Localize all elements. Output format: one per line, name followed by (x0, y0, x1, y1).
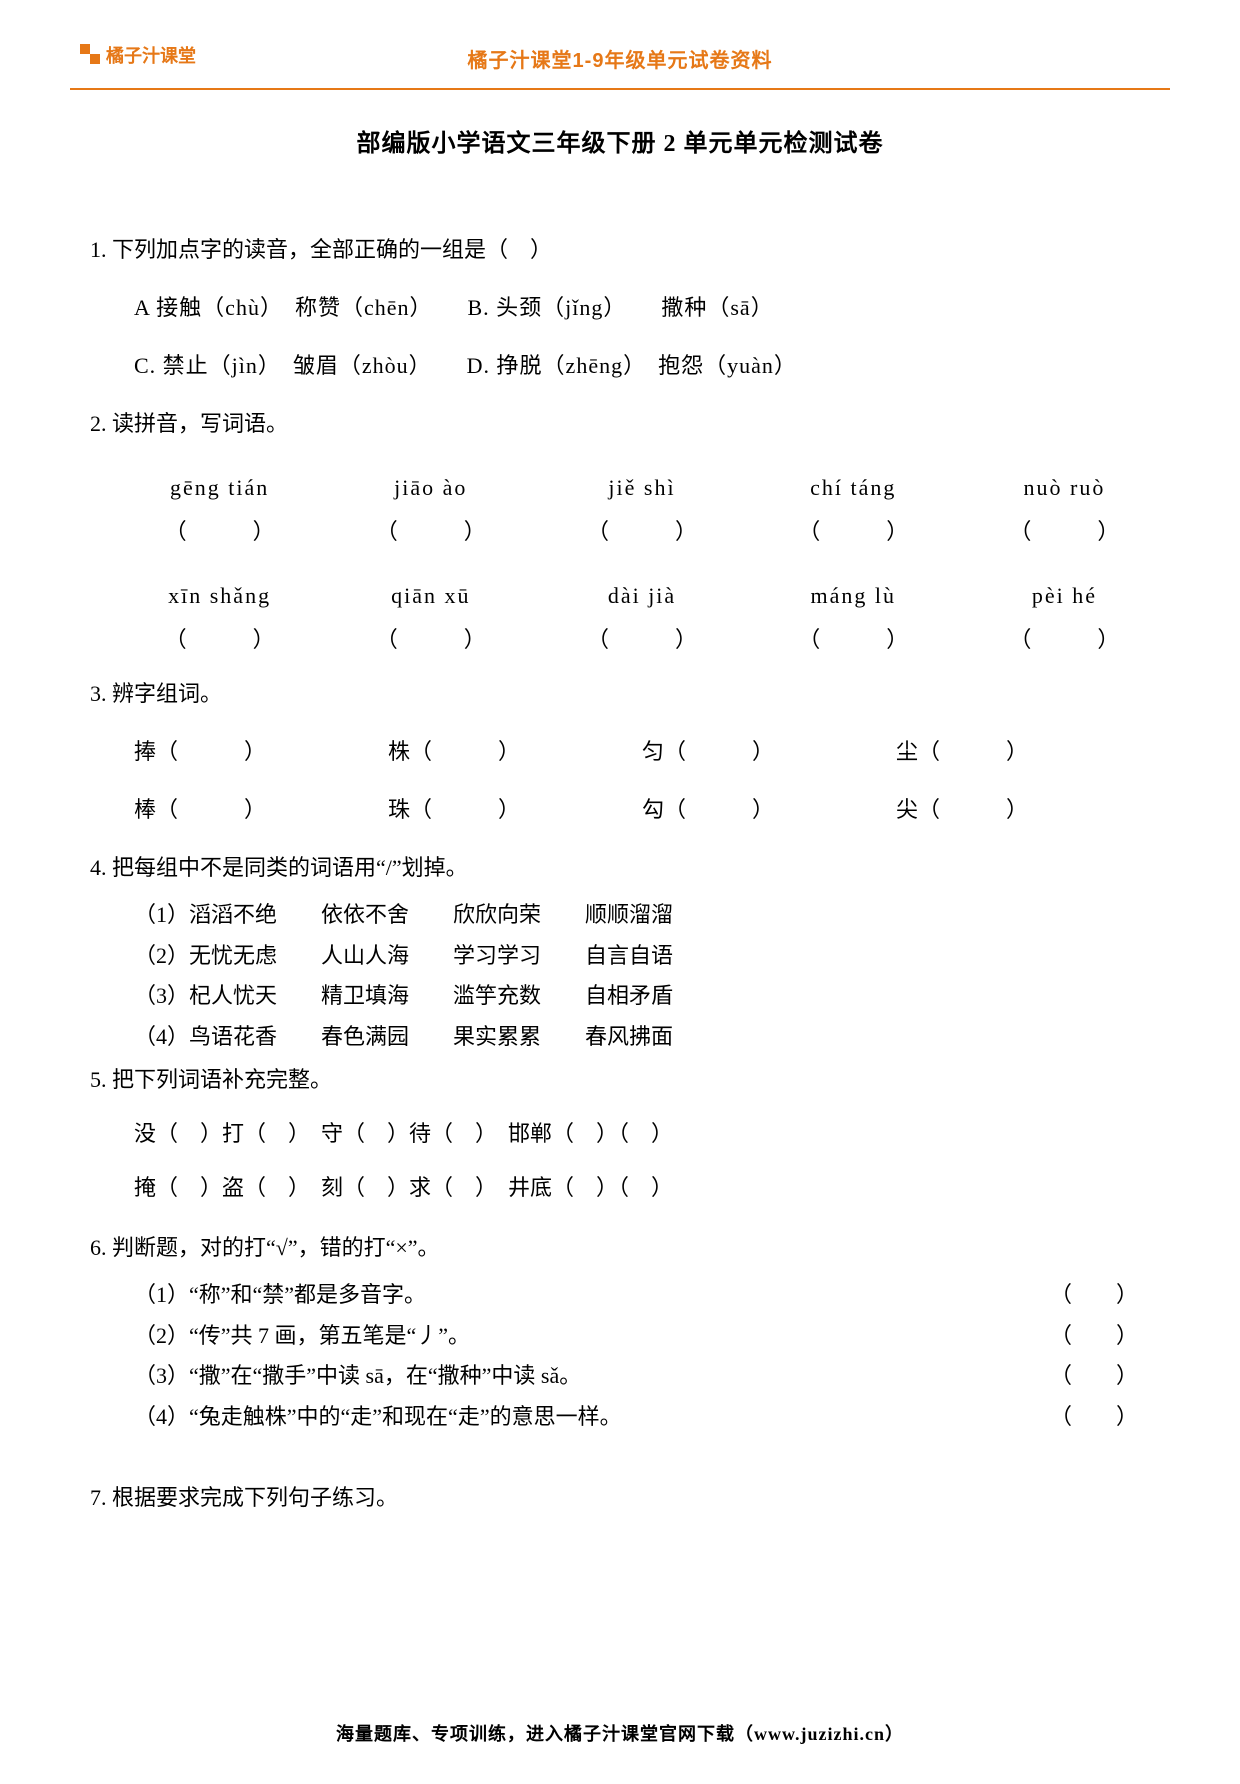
judge-blank: （ ） (1050, 1398, 1150, 1437)
bianzi-cell: 珠（ ） (388, 788, 642, 832)
question-4-group-2: （2）无忧无虑 人山人海 学习学习 自言自语 (90, 937, 1150, 976)
question-6-item-2: （2）“传”共 7 画，第五笔是“丿”。 （ ） (90, 1317, 1150, 1356)
question-4-group-3: （3）杞人忧天 精卫填海 滥竽充数 自相矛盾 (90, 977, 1150, 1016)
blank-cell: （ ） (768, 510, 939, 554)
question-6-item-4: （4）“兔走触株”中的“走”和现在“走”的意思一样。 （ ） (90, 1398, 1150, 1437)
pinyin-cell: pèi hé (979, 574, 1150, 618)
question-3-row-1: 捧（ ） 株（ ） 匀（ ） 尘（ ） (90, 730, 1150, 774)
judge-blank: （ ） (1050, 1357, 1150, 1396)
question-4-stem: 4. 把每组中不是同类的词语用“/”划掉。 (90, 846, 1150, 890)
pinyin-cell: qiān xū (345, 574, 516, 618)
blank-cell: （ ） (556, 510, 727, 554)
question-7-stem: 7. 根据要求完成下列句子练习。 (90, 1476, 1150, 1520)
pinyin-cell: nuò ruò (979, 466, 1150, 510)
header-subtitle: 橘子汁课堂1-9年级单元试卷资料 (468, 44, 773, 73)
blank-cell: （ ） (134, 510, 305, 554)
question-6-stem: 6. 判断题，对的打“√”，错的打“×”。 (90, 1226, 1150, 1270)
document-body: 部编版小学语文三年级下册 2 单元单元检测试卷 1. 下列加点字的读音，全部正确… (0, 90, 1240, 1520)
question-5-line-2: 掩（ ）盗（ ） 刻（ ）求（ ） 井底（ ）（ ） (90, 1166, 1150, 1210)
judge-text: （1）“称”和“禁”都是多音字。 (134, 1276, 1050, 1315)
question-1-stem: 1. 下列加点字的读音，全部正确的一组是（ ） (90, 228, 1150, 272)
judge-text: （3）“撒”在“撒手”中读 sā，在“撒种”中读 sǎ。 (134, 1357, 1050, 1396)
judge-text: （4）“兔走触株”中的“走”和现在“走”的意思一样。 (134, 1398, 1050, 1437)
question-1-options-cd: C. 禁止（jìn） 皱眉（zhòu） D. 挣脱（zhēng） 抱怨（yuàn… (90, 344, 1150, 388)
pinyin-cell: máng lù (768, 574, 939, 618)
pinyin-cell: gēng tián (134, 466, 305, 510)
question-3-row-2: 棒（ ） 珠（ ） 勾（ ） 尖（ ） (90, 788, 1150, 832)
question-4-group-1: （1）滔滔不绝 依依不舍 欣欣向荣 顺顺溜溜 (90, 896, 1150, 935)
judge-blank: （ ） (1050, 1317, 1150, 1356)
pinyin-cell: jiě shì (556, 466, 727, 510)
page-footer: 海量题库、专项训练，进入橘子汁课堂官网下载（www.juzizhi.cn） (0, 1720, 1240, 1746)
question-6-item-1: （1）“称”和“禁”都是多音字。 （ ） (90, 1276, 1150, 1315)
question-2-pinyin-row-1: gēng tián jiāo ào jiě shì chí táng nuò r… (90, 466, 1150, 510)
bianzi-cell: 匀（ ） (642, 730, 896, 774)
question-2-pinyin-row-2: xīn shǎng qiān xū dài jià máng lù pèi hé (90, 574, 1150, 618)
bianzi-cell: 棒（ ） (134, 788, 388, 832)
question-5-line-1: 没（ ）打（ ） 守（ ）待（ ） 邯郸（ ）（ ） (90, 1112, 1150, 1156)
logo-icon (80, 44, 102, 66)
judge-text: （2）“传”共 7 画，第五笔是“丿”。 (134, 1317, 1050, 1356)
question-5-stem: 5. 把下列词语补充完整。 (90, 1058, 1150, 1102)
bianzi-cell: 捧（ ） (134, 730, 388, 774)
bianzi-cell: 勾（ ） (642, 788, 896, 832)
pinyin-cell: dài jià (556, 574, 727, 618)
pinyin-cell: jiāo ào (345, 466, 516, 510)
bianzi-cell: 尘（ ） (896, 730, 1150, 774)
blank-cell: （ ） (345, 618, 516, 662)
question-2-blank-row-1: （ ） （ ） （ ） （ ） （ ） (90, 510, 1150, 554)
logo-text: 橘子汁课堂 (106, 42, 196, 68)
blank-cell: （ ） (768, 618, 939, 662)
question-3-stem: 3. 辨字组词。 (90, 672, 1150, 716)
question-2-blank-row-2: （ ） （ ） （ ） （ ） （ ） (90, 618, 1150, 662)
bianzi-cell: 尖（ ） (896, 788, 1150, 832)
question-6-item-3: （3）“撒”在“撒手”中读 sā，在“撒种”中读 sǎ。 （ ） (90, 1357, 1150, 1396)
question-4-group-4: （4）鸟语花香 春色满园 果实累累 春风拂面 (90, 1018, 1150, 1057)
blank-cell: （ ） (979, 618, 1150, 662)
question-2-stem: 2. 读拼音，写词语。 (90, 402, 1150, 446)
document-title: 部编版小学语文三年级下册 2 单元单元检测试卷 (90, 120, 1150, 168)
blank-cell: （ ） (979, 510, 1150, 554)
question-1-options-ab: A 接触（chù） 称赞（chēn） B. 头颈（jǐng） 撒种（sā） (90, 286, 1150, 330)
pinyin-cell: chí táng (768, 466, 939, 510)
blank-cell: （ ） (134, 618, 305, 662)
bianzi-cell: 株（ ） (388, 730, 642, 774)
brand-logo: 橘子汁课堂 (80, 42, 196, 68)
judge-blank: （ ） (1050, 1276, 1150, 1315)
page-header: 橘子汁课堂 橘子汁课堂1-9年级单元试卷资料 (70, 30, 1170, 90)
blank-cell: （ ） (556, 618, 727, 662)
pinyin-cell: xīn shǎng (134, 574, 305, 618)
blank-cell: （ ） (345, 510, 516, 554)
